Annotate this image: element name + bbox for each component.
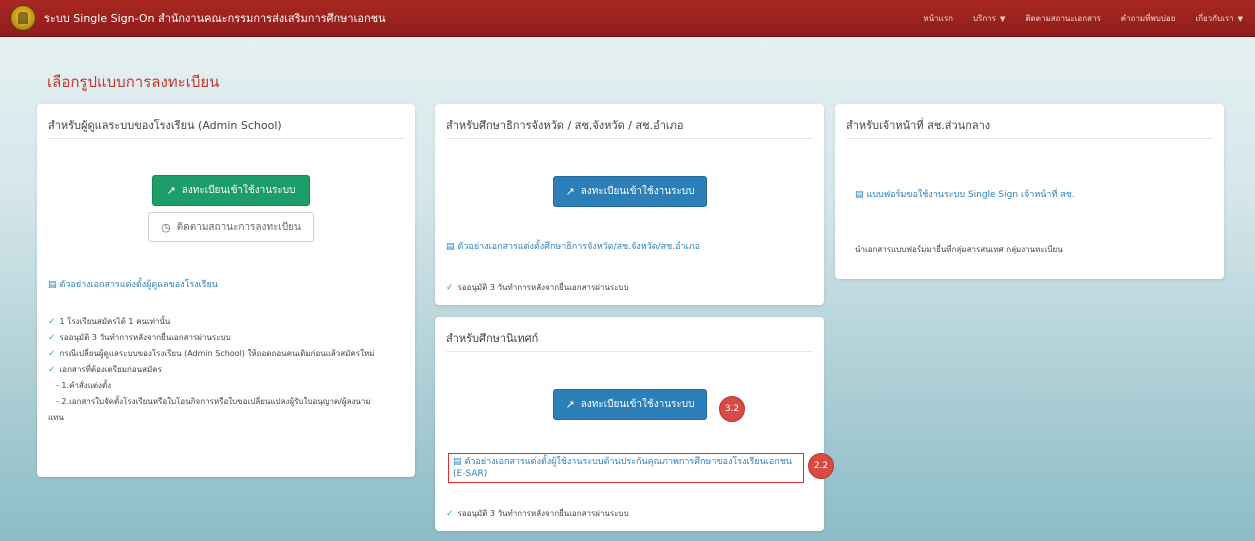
nav-faq[interactable]: คำถามที่พบบ่อย: [1121, 12, 1176, 25]
top-navbar: ระบบ Single Sign-On สำนักงานคณะกรรมการส่…: [0, 0, 1255, 37]
document-icon: ▤: [48, 280, 57, 290]
ministry-seal-icon: [10, 5, 36, 31]
app-title: ระบบ Single Sign-On สำนักงานคณะกรรมการส่…: [44, 12, 386, 25]
step-badge: 3.2: [719, 396, 745, 422]
register-button[interactable]: ↗ ลงทะเบียนเข้าใช้งานระบบ: [553, 176, 707, 207]
note-item: ✓ รออนุมัติ 3 วันทำการหลังจากยื่นเอกสารผ่…: [446, 508, 629, 519]
provincial-appointment-doc-link[interactable]: ▤ ตัวอย่างเอกสารแต่งตั้งศึกษาธิการจังหวัด…: [446, 241, 700, 253]
nav-about[interactable]: เกี่ยวกับเรา ▼: [1195, 12, 1243, 25]
note-item: ✓ กรณีเปลี่ยนผู้ดูแลระบบของโรงเรียน (Admi…: [48, 348, 375, 359]
share-square-icon: ↗: [565, 398, 575, 411]
nav-track-documents[interactable]: ติดตามสถานะเอกสาร: [1025, 12, 1100, 25]
note-item: ✓ เอกสารที่ต้องเตรียมก่อนสมัคร: [48, 364, 162, 375]
note-item: ✓ รออนุมัติ 3 วันทำการหลังจากยื่นเอกสารผ่…: [446, 282, 629, 293]
document-icon: ▤: [855, 190, 864, 200]
divider: [446, 351, 813, 352]
divider: [446, 138, 813, 139]
sub-note: - 1.คำสั่งแต่งตั้ง: [56, 381, 112, 390]
card-title: สำหรับผู้ดูแลระบบของโรงเรียน (Admin Scho…: [48, 119, 282, 132]
card-title: สำหรับเจ้าหน้าที่ สช.ส่วนกลาง: [846, 119, 991, 132]
card-title: สำหรับศึกษานิเทศก์: [446, 332, 539, 345]
register-button[interactable]: ↗ ลงทะเบียนเข้าใช้งานระบบ: [152, 175, 310, 206]
card-central: สำหรับเจ้าหน้าที่ สช.ส่วนกลาง ▤ แบบฟอร์มข…: [835, 104, 1224, 279]
track-registration-button[interactable]: ◷ ติดตามสถานะการลงทะเบียน: [148, 212, 314, 242]
brand[interactable]: ระบบ Single Sign-On สำนักงานคณะกรรมการส่…: [0, 5, 386, 31]
clock-icon: ◷: [161, 220, 171, 234]
check-icon: ✓: [48, 348, 56, 359]
divider: [846, 138, 1213, 139]
page-title: เลือกรูปแบบการลงทะเบียน: [47, 73, 220, 91]
check-icon: ✓: [48, 316, 56, 327]
esar-appointment-doc-link[interactable]: ▤ ตัวอย่างเอกสารแต่งตั้งผู้ใช้งานระบบด้าน…: [453, 456, 793, 480]
divider: [48, 138, 404, 139]
check-icon: ✓: [48, 332, 56, 343]
check-icon: ✓: [446, 282, 454, 293]
card-supervisor: สำหรับศึกษานิเทศก์ ↗ ลงทะเบียนเข้าใช้งาน…: [435, 317, 834, 531]
check-icon: ✓: [48, 364, 56, 375]
sub-note: แทน: [48, 413, 64, 422]
nav-home[interactable]: หน้าแรก: [923, 12, 953, 25]
note-item: ✓ 1 โรงเรียนสมัครได้ 1 คนเท่านั้น: [48, 316, 171, 327]
share-square-icon: ↗: [565, 185, 575, 198]
central-request-form-link[interactable]: ▤ แบบฟอร์มขอใช้งานระบบ Single Sign เจ้าหน…: [855, 189, 1075, 201]
card-title: สำหรับศึกษาธิการจังหวัด / สช.จังหวัด / ส…: [446, 119, 684, 132]
admin-appointment-doc-link[interactable]: ▤ ตัวอย่างเอกสารแต่งตั้งผู้ดูแลของโรงเรีย…: [48, 279, 218, 291]
note-item: ✓ รออนุมัติ 3 วันทำการหลังจากยื่นเอกสารผ่…: [48, 332, 231, 343]
caret-down-icon: ▼: [1237, 14, 1243, 23]
nav-menu: หน้าแรก บริการ ▼ ติดตามสถานะเอกสาร คำถามท…: [903, 0, 1243, 37]
document-icon: ▤: [446, 242, 455, 252]
nav-services[interactable]: บริการ ▼: [973, 12, 1005, 25]
register-button[interactable]: ↗ ลงทะเบียนเข้าใช้งานระบบ: [553, 389, 707, 420]
sub-note: - 2.เอกสารใบจัดตั้งโรงเรียนหรือใบโอนกิจก…: [56, 397, 371, 406]
caret-down-icon: ▼: [999, 14, 1006, 23]
card-provincial: สำหรับศึกษาธิการจังหวัด / สช.จังหวัด / ส…: [435, 104, 824, 305]
card-admin-school: สำหรับผู้ดูแลระบบของโรงเรียน (Admin Scho…: [37, 104, 415, 477]
check-icon: ✓: [446, 508, 454, 519]
document-icon: ▤: [453, 457, 462, 467]
central-instruction: นำเอกสารแบบฟอร์มมายื่นที่กลุ่มสารสนเทศ ก…: [855, 245, 1063, 254]
step-badge: 2.2: [808, 453, 834, 479]
share-square-icon: ↗: [166, 184, 176, 197]
